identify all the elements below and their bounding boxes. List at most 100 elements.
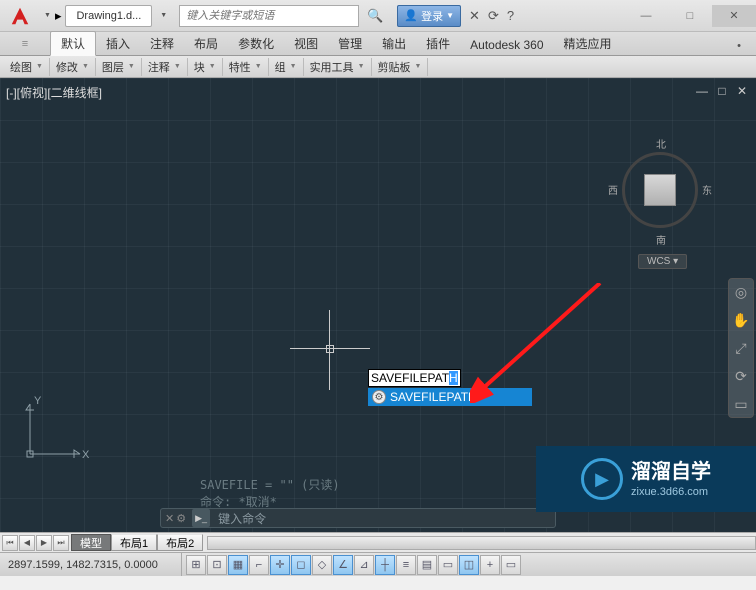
- tab-annotate[interactable]: 注释: [140, 32, 184, 55]
- panel-draw[interactable]: 绘图▼: [4, 58, 50, 76]
- quick-properties-icon[interactable]: ▭: [438, 555, 458, 575]
- panel-modify[interactable]: 修改▼: [50, 58, 96, 76]
- tab-layout1[interactable]: 布局1: [111, 534, 157, 551]
- tab-model[interactable]: 模型: [71, 534, 111, 551]
- tab-insert[interactable]: 插入: [96, 32, 140, 55]
- viewcube-south[interactable]: 南: [656, 232, 666, 247]
- tab-layout2[interactable]: 布局2: [157, 534, 203, 551]
- nav-wheel-icon[interactable]: ◎: [732, 283, 750, 301]
- window-maximize-button[interactable]: □: [668, 5, 712, 27]
- lineweight-icon[interactable]: ≡: [396, 555, 416, 575]
- svg-text:Y: Y: [34, 395, 42, 407]
- drawing-area[interactable]: [-][俯视][二维线框] — □ ✕ SAVEFILEPATH ⚙ SAVEF…: [0, 78, 756, 532]
- navigation-bar: ◎ ✋ ⤢ ⟳ ▭: [728, 278, 754, 418]
- infer-constraints-icon[interactable]: ⊞: [186, 555, 206, 575]
- model-space-icon[interactable]: ▭: [501, 555, 521, 575]
- ucs-icon: Y X: [20, 394, 90, 467]
- command-history: SAVEFILE = "" (只读) 命令: *取消*: [200, 476, 340, 510]
- panel-block[interactable]: 块▼: [188, 58, 223, 76]
- dynamic-input-cursor: H: [449, 371, 458, 385]
- osnap-3d-icon[interactable]: ◇: [312, 555, 332, 575]
- viewcube-west[interactable]: 西: [608, 182, 618, 197]
- qat-btn-icon[interactable]: ▸: [55, 8, 62, 24]
- qat-overflow-icon[interactable]: ≡: [0, 32, 50, 55]
- cloud-icon[interactable]: ⟳: [488, 8, 499, 24]
- viewcube-north[interactable]: 北: [656, 136, 666, 151]
- zoom-extents-icon[interactable]: ⤢: [732, 339, 750, 357]
- viewport-minimize-button[interactable]: —: [694, 84, 710, 98]
- watermark-url: zixue.3d66.com: [631, 485, 711, 499]
- transparency-icon[interactable]: ▤: [417, 555, 437, 575]
- play-icon: ▶: [581, 458, 623, 500]
- watermark: ▶ 溜溜自学 zixue.3d66.com: [536, 446, 756, 512]
- svg-text:X: X: [82, 449, 90, 461]
- tab-parametric[interactable]: 参数化: [228, 32, 284, 55]
- pan-icon[interactable]: ✋: [732, 311, 750, 329]
- tab-layout[interactable]: 布局: [184, 32, 228, 55]
- tab-view[interactable]: 视图: [284, 32, 328, 55]
- cmdline-close-icon[interactable]: ✕: [165, 512, 174, 525]
- tab-manage[interactable]: 管理: [328, 32, 372, 55]
- history-line: SAVEFILE = "" (只读): [200, 476, 340, 493]
- dynamic-input-text: SAVEFILEPAT: [371, 371, 449, 385]
- viewport-label[interactable]: [-][俯视][二维线框]: [6, 84, 102, 101]
- app-menu-arrow-icon[interactable]: ▼: [40, 12, 55, 19]
- viewport-close-button[interactable]: ✕: [734, 84, 750, 98]
- watermark-title: 溜溜自学: [631, 459, 711, 485]
- panel-properties[interactable]: 特性▼: [223, 58, 269, 76]
- grid-display-icon[interactable]: ▦: [228, 555, 248, 575]
- showmotion-icon[interactable]: ▭: [732, 395, 750, 413]
- selection-cycling-icon[interactable]: ◫: [459, 555, 479, 575]
- viewport-maximize-button[interactable]: □: [714, 84, 730, 98]
- help-icon[interactable]: ?: [507, 8, 514, 23]
- panel-utilities[interactable]: 实用工具▼: [304, 58, 372, 76]
- panel-layers[interactable]: 图层▼: [96, 58, 142, 76]
- titlebar: ▼ ▸ Drawing1.d... ▼ 🔍 👤 登录 ▼ ✕ ⟳ ? — □ ✕: [0, 0, 756, 32]
- orbit-icon[interactable]: ⟳: [732, 367, 750, 385]
- object-snap-icon[interactable]: ◻: [291, 555, 311, 575]
- ortho-mode-icon[interactable]: ⌐: [249, 555, 269, 575]
- viewcube-east[interactable]: 东: [702, 182, 712, 197]
- tab-autodesk360[interactable]: Autodesk 360: [460, 35, 553, 55]
- dynamic-ucs-icon[interactable]: ⊿: [354, 555, 374, 575]
- ribbon-help-button[interactable]: •: [730, 37, 748, 55]
- file-menu-arrow-icon[interactable]: ▼: [156, 12, 171, 19]
- object-snap-tracking-icon[interactable]: ∠: [333, 555, 353, 575]
- status-coordinates[interactable]: 2897.1599, 1482.7315, 0.0000: [2, 553, 182, 576]
- window-minimize-button[interactable]: —: [624, 5, 668, 27]
- layout-prev-button[interactable]: ◀: [19, 535, 35, 551]
- cmdline-prompt-icon[interactable]: ▶_: [192, 509, 210, 527]
- window-close-button[interactable]: ✕: [712, 5, 756, 27]
- gear-icon: ⚙: [372, 390, 386, 404]
- viewcube[interactable]: 北 南 东 西 WCS ▾: [608, 130, 718, 260]
- tab-featured[interactable]: 精选应用: [554, 32, 622, 55]
- layout-last-button[interactable]: ⏭: [53, 535, 69, 551]
- help-search-input[interactable]: [179, 5, 359, 27]
- layout-next-button[interactable]: ▶: [36, 535, 52, 551]
- dynamic-input-icon[interactable]: ┼: [375, 555, 395, 575]
- autocad-logo-icon[interactable]: [0, 0, 40, 32]
- filename-tab[interactable]: Drawing1.d...: [65, 5, 152, 27]
- command-line[interactable]: ✕ ⚙ ▶_ 键入命令: [160, 508, 556, 528]
- sign-in-button[interactable]: 👤 登录 ▼: [397, 5, 461, 27]
- layout-first-button[interactable]: ⏮: [2, 535, 18, 551]
- polar-tracking-icon[interactable]: ✛: [270, 555, 290, 575]
- binoculars-icon[interactable]: 🔍: [367, 8, 383, 24]
- panel-groups[interactable]: 组▼: [269, 58, 304, 76]
- annotation-monitor-icon[interactable]: +: [480, 555, 500, 575]
- panel-clipboard[interactable]: 剪贴板▼: [372, 58, 429, 76]
- exchange-x-icon[interactable]: ✕: [469, 8, 480, 24]
- wcs-dropdown[interactable]: WCS ▾: [638, 254, 687, 269]
- layout-scroll-track[interactable]: [207, 536, 756, 550]
- panel-annotation[interactable]: 注释▼: [142, 58, 188, 76]
- tab-output[interactable]: 输出: [372, 32, 416, 55]
- viewcube-top-face[interactable]: [644, 174, 676, 206]
- autocomplete-text: SAVEFILEPATH: [390, 390, 477, 404]
- cmdline-options-icon[interactable]: ⚙: [176, 512, 186, 525]
- person-icon: 👤: [404, 9, 418, 22]
- tab-plugins[interactable]: 插件: [416, 32, 460, 55]
- tab-default[interactable]: 默认: [50, 31, 96, 56]
- ribbon-panels: 绘图▼ 修改▼ 图层▼ 注释▼ 块▼ 特性▼ 组▼ 实用工具▼ 剪贴板▼: [0, 56, 756, 78]
- dynamic-input-box[interactable]: SAVEFILEPATH: [368, 369, 461, 387]
- snap-mode-icon[interactable]: ⊡: [207, 555, 227, 575]
